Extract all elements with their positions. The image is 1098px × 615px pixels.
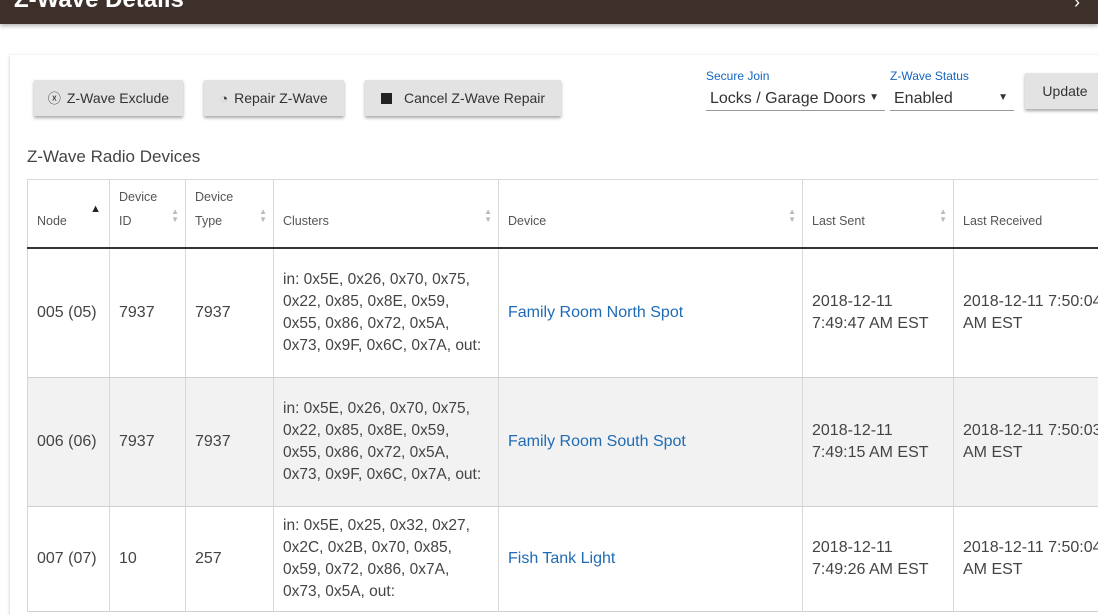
zwave-status-label: Z-Wave Status — [890, 69, 969, 83]
column-header-node[interactable]: Node ▲ — [28, 180, 110, 248]
section-title: Z-Wave Radio Devices — [27, 147, 200, 167]
secure-join-value: Locks / Garage Doors — [710, 90, 866, 108]
sort-arrows-icon: ▲▼ — [171, 208, 179, 224]
cancel-repair-label: Cancel Z-Wave Repair — [404, 90, 545, 106]
cell-last-sent: 2018-12-11 7:49:15 AM EST — [803, 377, 954, 506]
device-link[interactable]: Fish Tank Light — [499, 506, 803, 611]
column-header-last-sent[interactable]: Last Sent ▲▼ — [803, 180, 954, 248]
cell-node: 007 (07) — [28, 506, 110, 611]
column-header-label: ID — [119, 214, 132, 228]
cell-last-sent: 2018-12-11 7:49:47 AM EST — [803, 248, 954, 378]
column-header-device[interactable]: Device ▲▼ — [499, 180, 803, 248]
zwave-exclude-label: Z-Wave Exclude — [67, 90, 169, 106]
cell-node: 005 (05) — [28, 248, 110, 378]
page-title: Z-Wave Details — [14, 0, 184, 14]
app-header: Z-Wave Details › — [0, 0, 1098, 24]
sort-asc-icon: ▲ — [90, 205, 101, 213]
secure-join-select[interactable]: Locks / Garage Doors ▼ — [706, 86, 885, 111]
column-header-label: Last Sent — [812, 214, 865, 228]
column-header-device-id[interactable]: Device ID ▲▼ — [110, 180, 186, 248]
devices-table: Node ▲ Device ID ▲▼ Device Type ▲▼ Clust… — [27, 179, 1098, 612]
cell-node: 006 (06) — [28, 377, 110, 506]
sort-arrows-icon: ▲▼ — [939, 208, 947, 224]
cell-device-id: 10 — [110, 506, 186, 611]
column-header-label: Device — [119, 190, 157, 204]
column-header-label: Device — [508, 214, 546, 228]
zwave-status-value: Enabled — [894, 90, 953, 108]
table-row: 006 (06) 7937 7937 in: 0x5E, 0x26, 0x70,… — [28, 377, 1098, 506]
zwave-exclude-button[interactable]: ⓧ Z-Wave Exclude — [34, 80, 183, 116]
column-header-last-received[interactable]: Last Received ▲▼ — [954, 180, 1098, 248]
wrench-circle-icon: ◔ — [220, 92, 228, 105]
repair-zwave-label: Repair Z-Wave — [234, 90, 328, 106]
cell-device-id: 7937 — [110, 248, 186, 378]
cell-last-sent: 2018-12-11 7:49:26 AM EST — [803, 506, 954, 611]
column-header-clusters[interactable]: Clusters ▲▼ — [274, 180, 499, 248]
update-button[interactable]: Update — [1025, 73, 1098, 109]
column-header-label: Device — [195, 190, 233, 204]
device-link[interactable]: Family Room North Spot — [499, 248, 803, 378]
column-header-label: Type — [195, 214, 222, 228]
circle-x-icon: ⓧ — [48, 92, 61, 105]
cell-last-received: 2018-12-11 7:50:04 AM EST — [954, 248, 1098, 378]
stop-square-icon — [381, 93, 392, 104]
column-header-device-type[interactable]: Device Type ▲▼ — [186, 180, 274, 248]
cell-clusters: in: 0x5E, 0x26, 0x70, 0x75, 0x22, 0x85, … — [274, 248, 499, 378]
cell-last-received: 2018-12-11 7:50:04 AM EST — [954, 506, 1098, 611]
update-label: Update — [1042, 83, 1087, 99]
table-row: 007 (07) 10 257 in: 0x5E, 0x25, 0x32, 0x… — [28, 506, 1098, 611]
cancel-repair-button[interactable]: Cancel Z-Wave Repair — [365, 80, 561, 116]
cell-device-type: 7937 — [186, 248, 274, 378]
chevron-icon[interactable]: › — [1074, 0, 1080, 13]
cell-device-type: 7937 — [186, 377, 274, 506]
sort-arrows-icon: ▲▼ — [484, 208, 492, 224]
sort-arrows-icon: ▲▼ — [788, 208, 796, 224]
table-row: 005 (05) 7937 7937 in: 0x5E, 0x26, 0x70,… — [28, 248, 1098, 378]
cell-device-type: 257 — [186, 506, 274, 611]
device-link[interactable]: Family Room South Spot — [499, 377, 803, 506]
zwave-status-select[interactable]: Enabled ▼ — [890, 86, 1014, 111]
secure-join-label: Secure Join — [706, 69, 769, 83]
column-header-label: Node — [37, 214, 67, 228]
table-header-row: Node ▲ Device ID ▲▼ Device Type ▲▼ Clust… — [28, 180, 1098, 248]
column-header-label: Last Received — [963, 214, 1042, 228]
sort-arrows-icon: ▲▼ — [259, 208, 267, 224]
cell-clusters: in: 0x5E, 0x25, 0x32, 0x27, 0x2C, 0x2B, … — [274, 506, 499, 611]
repair-zwave-button[interactable]: ◔ Repair Z-Wave — [204, 80, 344, 116]
cell-last-received: 2018-12-11 7:50:03 AM EST — [954, 377, 1098, 506]
column-header-label: Clusters — [283, 214, 329, 228]
caret-down-icon: ▼ — [869, 92, 879, 103]
cell-clusters: in: 0x5E, 0x26, 0x70, 0x75, 0x22, 0x85, … — [274, 377, 499, 506]
cell-device-id: 7937 — [110, 377, 186, 506]
caret-down-icon: ▼ — [998, 92, 1008, 103]
